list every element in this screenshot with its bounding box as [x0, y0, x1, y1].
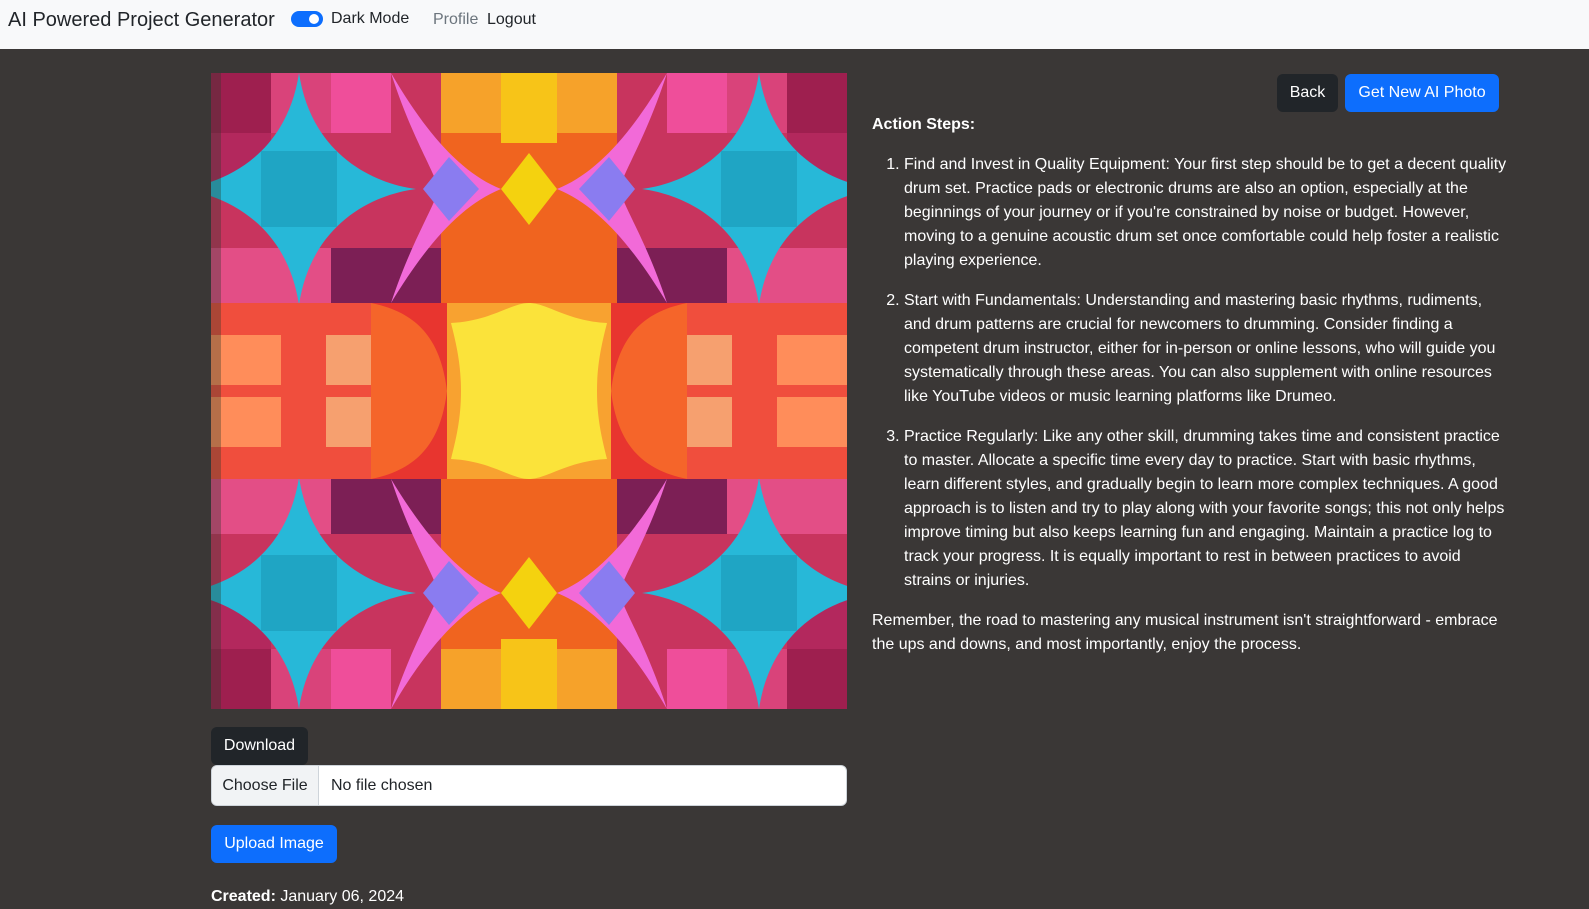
download-button[interactable]: Download: [211, 727, 308, 765]
action-steps-heading: Action Steps:: [872, 116, 976, 133]
nav-logout-link[interactable]: Logout: [487, 11, 536, 29]
toggle-knob: [309, 14, 319, 24]
closing-paragraph: Remember, the road to mastering any musi…: [872, 612, 1498, 653]
choose-file-button[interactable]: Choose File: [212, 766, 319, 805]
created-value: January 06, 2024: [280, 888, 405, 905]
file-input[interactable]: Choose File No file chosen: [211, 765, 847, 806]
app-title[interactable]: AI Powered Project Generator: [8, 9, 275, 32]
generated-image: [211, 73, 847, 709]
back-button[interactable]: Back: [1277, 74, 1338, 112]
action-step-item: Find and Invest in Quality Equipment: Yo…: [904, 153, 1512, 273]
get-new-ai-photo-button[interactable]: Get New AI Photo: [1345, 74, 1499, 112]
created-date: Created: January 06, 2024: [211, 888, 404, 906]
action-steps-list: Find and Invest in Quality Equipment: Yo…: [872, 153, 1512, 593]
nav-profile-link[interactable]: Profile: [433, 11, 478, 29]
created-label: Created:: [211, 888, 276, 905]
navbar: AI Powered Project Generator Dark Mode P…: [0, 0, 1589, 49]
file-status-text: No file chosen: [331, 777, 433, 794]
project-content: Action Steps: Find and Invest in Quality…: [872, 113, 1512, 657]
upload-image-button[interactable]: Upload Image: [211, 825, 337, 863]
action-step-item: Start with Fundamentals: Understanding a…: [904, 289, 1512, 409]
dark-mode-toggle[interactable]: [291, 11, 323, 27]
action-step-item: Practice Regularly: Like any other skill…: [904, 425, 1512, 593]
dark-mode-label[interactable]: Dark Mode: [331, 10, 409, 28]
